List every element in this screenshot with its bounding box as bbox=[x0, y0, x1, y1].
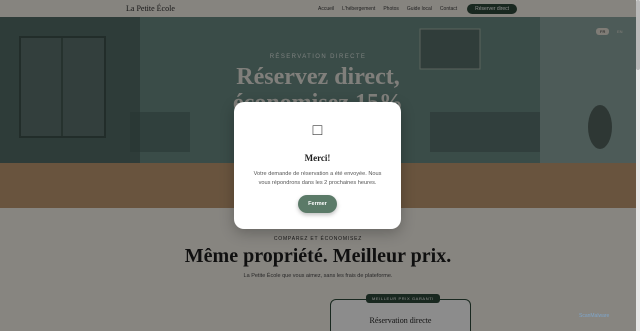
check-icon: □ bbox=[312, 122, 323, 139]
scanmalware-watermark: ScanMalware bbox=[579, 313, 610, 319]
scrollbar-thumb[interactable] bbox=[636, 0, 640, 70]
modal-title: Merci! bbox=[304, 153, 331, 163]
confirmation-modal: □ Merci! Votre demande de réservation a … bbox=[234, 102, 401, 229]
close-modal-button[interactable]: Fermer bbox=[298, 195, 337, 213]
modal-message: Votre demande de réservation a été envoy… bbox=[253, 171, 382, 186]
